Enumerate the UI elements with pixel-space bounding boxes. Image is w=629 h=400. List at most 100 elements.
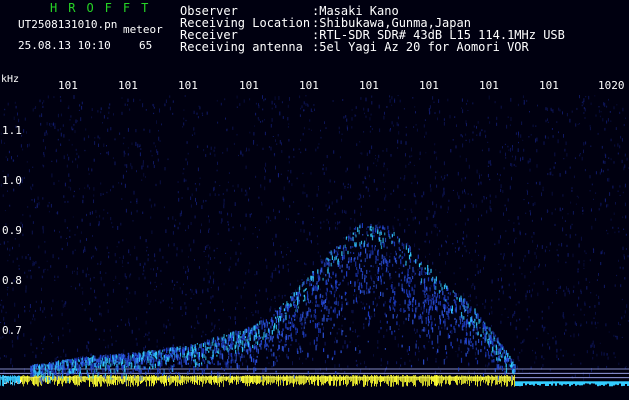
noise-speckle [16, 257, 18, 260]
carrier-bar [575, 381, 577, 386]
noise-speckle [13, 116, 15, 120]
noise-speckle [378, 330, 380, 334]
noise-speckle [281, 150, 283, 153]
noise-speckle [258, 105, 260, 109]
noise-speckle [81, 105, 83, 110]
noise-speckle [69, 119, 71, 121]
trail-speckle [42, 374, 45, 380]
carrier-bar [525, 381, 527, 386]
noise-speckle [142, 211, 144, 214]
carrier-bar [563, 381, 565, 385]
noise-speckle [20, 221, 22, 225]
trail-speckle [452, 290, 454, 293]
noise-speckle [601, 145, 603, 149]
noise-speckle [367, 166, 369, 171]
carrier-bar [457, 375, 458, 386]
noise-speckle [363, 195, 364, 198]
carrier-bar [380, 375, 381, 387]
noise-speckle [172, 216, 174, 220]
noise-speckle [365, 97, 367, 102]
noise-speckle [433, 224, 435, 227]
noise-speckle [609, 111, 611, 113]
noise-speckle [33, 262, 35, 266]
noise-speckle [226, 188, 228, 192]
trail-speckle [122, 353, 124, 359]
noise-speckle [227, 181, 229, 184]
trail-speckle [331, 357, 333, 361]
noise-speckle [512, 273, 514, 276]
noise-speckle [462, 190, 464, 194]
noise-speckle [7, 241, 9, 243]
trail-speckle [497, 347, 499, 351]
noise-speckle [256, 144, 258, 146]
noise-speckle [606, 204, 608, 208]
trail-speckle [285, 314, 287, 321]
noise-speckle [18, 268, 20, 270]
trail-speckle [203, 341, 206, 346]
noise-speckle [91, 211, 93, 215]
noise-speckle [582, 209, 584, 212]
trail-speckle [168, 375, 170, 378]
trail-speckle [172, 365, 174, 367]
noise-speckle [600, 203, 602, 205]
noise-speckle [141, 366, 143, 370]
noise-speckle [130, 201, 132, 203]
trail-speckle [171, 354, 173, 359]
trail-speckle [309, 282, 311, 287]
noise-speckle [171, 301, 173, 304]
noise-speckle [280, 251, 282, 254]
trail-speckle [422, 329, 424, 332]
trail-speckle [358, 252, 360, 257]
carrier-bar [521, 381, 523, 386]
noise-speckle [264, 98, 266, 101]
noise-speckle [214, 257, 216, 259]
noise-speckle [500, 184, 502, 189]
noise-speckle [369, 150, 371, 154]
noise-speckle [518, 301, 520, 304]
noise-speckle [93, 194, 95, 197]
carrier-bar [341, 376, 342, 381]
noise-speckle [275, 300, 276, 302]
trail-speckle [188, 368, 191, 373]
noise-speckle [465, 328, 467, 332]
trail-speckle [386, 288, 388, 290]
noise-speckle [571, 187, 573, 189]
noise-speckle [243, 99, 245, 103]
carrier-bar [183, 376, 184, 383]
carrier-bar [408, 376, 409, 383]
noise-speckle [436, 352, 438, 355]
noise-speckle [423, 124, 425, 128]
trail-speckle [331, 255, 333, 260]
carrier-bar [447, 376, 448, 381]
trail-speckle [359, 225, 361, 229]
trail-speckle [197, 363, 199, 366]
carrier-bar [181, 375, 182, 384]
noise-speckle [267, 297, 268, 300]
trail-speckle [314, 308, 316, 314]
noise-speckle [114, 138, 116, 141]
noise-speckle [584, 301, 586, 305]
noise-speckle [523, 338, 525, 342]
noise-speckle [43, 154, 45, 158]
noise-speckle [142, 160, 144, 164]
trail-speckle [423, 359, 425, 365]
noise-speckle [549, 346, 551, 350]
carrier-bar [144, 376, 145, 381]
noise-speckle [271, 276, 273, 279]
noise-speckle [484, 305, 486, 309]
carrier-bar [25, 376, 26, 382]
trail-speckle [447, 302, 449, 305]
noise-speckle [532, 203, 534, 207]
trail-speckle [355, 272, 357, 277]
carrier-bar [462, 375, 463, 384]
noise-speckle [490, 306, 492, 309]
trail-speckle [389, 273, 391, 277]
noise-speckle [373, 162, 375, 165]
noise-speckle [214, 146, 216, 149]
noise-speckle [442, 193, 444, 198]
noise-speckle [208, 254, 210, 258]
noise-speckle [171, 297, 173, 301]
noise-speckle [538, 265, 540, 268]
noise-speckle [547, 173, 549, 176]
trail-speckle [338, 310, 340, 316]
